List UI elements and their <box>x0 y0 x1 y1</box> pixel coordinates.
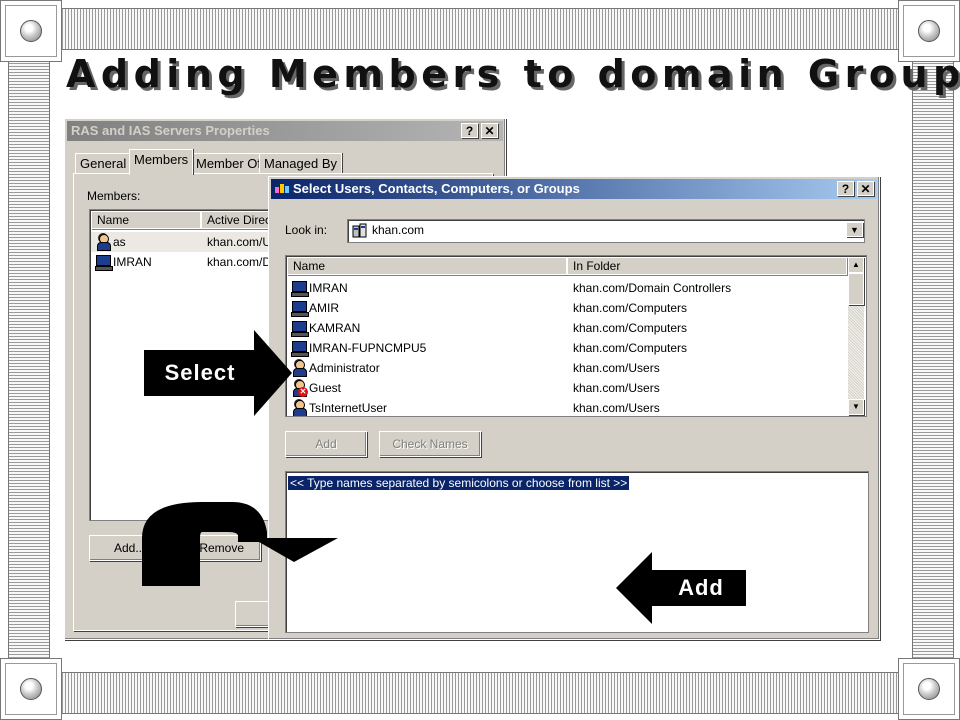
members-label: Members: <box>87 189 141 203</box>
member-folder: khan.com/D <box>207 255 272 269</box>
select-dialog-icon <box>275 182 289 196</box>
tab-members[interactable]: Members <box>129 149 194 175</box>
tab-member-of[interactable]: Member Of <box>191 153 267 173</box>
selected-names-field[interactable]: << Type names separated by semicolons or… <box>285 471 869 633</box>
row-folder: khan.com/Computers <box>573 341 688 355</box>
properties-close-button[interactable]: ✕ <box>481 123 498 138</box>
properties-help-button[interactable]: ? <box>461 123 478 138</box>
row-name: TsInternetUser <box>309 401 388 415</box>
properties-dialog-titlebar[interactable]: RAS and IAS Servers Properties <box>67 121 503 141</box>
table-row[interactable]: TsInternetUser khan.com/Users <box>287 398 847 416</box>
row-folder: khan.com/Computers <box>573 321 688 335</box>
add-button[interactable]: Add <box>285 431 367 457</box>
directory-column-name[interactable]: Name <box>287 257 567 275</box>
row-folder: khan.com/Computers <box>573 301 688 315</box>
select-close-button[interactable]: ✕ <box>857 181 874 196</box>
computer-icon <box>291 280 309 297</box>
frame-right-border <box>912 62 954 658</box>
member-folder: khan.com/U <box>207 235 272 249</box>
table-row[interactable]: IMRAN khan.com/Domain Controllers <box>287 278 847 298</box>
look-in-label: Look in: <box>285 223 328 237</box>
row-folder: khan.com/Users <box>573 401 660 415</box>
look-in-dropdown[interactable]: khan.com ▼ <box>347 219 865 243</box>
corner-knob-top-left <box>0 0 62 62</box>
select-dialog-title: Select Users, Contacts, Computers, or Gr… <box>293 181 580 196</box>
computer-icon <box>291 320 309 337</box>
member-name: as <box>113 235 126 249</box>
return-curved-arrow <box>142 498 342 588</box>
check-names-button[interactable]: Check Names <box>379 431 481 457</box>
slide-title: Adding Members to domain Groups <box>66 52 960 96</box>
directory-list[interactable]: Name In Folder IMRAN khan.com/Domain Con… <box>285 255 867 417</box>
add-callout-arrow: Add <box>616 552 746 624</box>
row-folder: khan.com/Domain Controllers <box>573 281 732 295</box>
select-callout-label: Select <box>164 360 236 385</box>
user-icon <box>291 360 307 377</box>
computer-icon <box>291 340 309 357</box>
table-row[interactable]: Administrator khan.com/Users <box>287 358 847 378</box>
member-name: IMRAN <box>113 255 152 269</box>
row-name: Administrator <box>309 361 380 375</box>
select-callout-arrow: Select <box>144 330 292 416</box>
properties-dialog-title: RAS and IAS Servers Properties <box>71 123 270 138</box>
domain-icon <box>352 223 368 239</box>
directory-column-folder[interactable]: In Folder <box>567 257 847 275</box>
row-folder: khan.com/Users <box>573 381 660 395</box>
computer-icon <box>291 300 309 317</box>
corner-knob-bottom-left <box>0 658 62 720</box>
row-folder: khan.com/Users <box>573 361 660 375</box>
select-dialog-titlebar[interactable]: Select Users, Contacts, Computers, or Gr… <box>271 179 877 199</box>
select-help-button[interactable]: ? <box>837 181 854 196</box>
add-callout-label: Add <box>678 575 724 600</box>
table-row[interactable]: IMRAN-FUPNCMPU5 khan.com/Computers <box>287 338 847 358</box>
row-name: AMIR <box>309 301 339 315</box>
user-icon <box>95 234 111 251</box>
selected-names-placeholder: << Type names separated by semicolons or… <box>288 476 630 490</box>
tab-managed-by[interactable]: Managed By <box>259 153 342 173</box>
look-in-value: khan.com <box>372 223 425 237</box>
select-dialog: Select Users, Contacts, Computers, or Gr… <box>268 176 880 640</box>
list-scrollbar[interactable]: ▲ ▼ <box>848 257 864 415</box>
frame-top-border <box>62 8 898 50</box>
corner-knob-bottom-right <box>898 658 960 720</box>
scroll-thumb[interactable] <box>848 273 864 305</box>
table-row[interactable]: ✕ Guest khan.com/Users <box>287 378 847 398</box>
table-row[interactable]: AMIR khan.com/Computers <box>287 298 847 318</box>
disabled-user-icon: ✕ <box>291 380 308 397</box>
row-name: Guest <box>309 381 342 395</box>
members-column-name[interactable]: Name <box>91 211 201 229</box>
scroll-up-icon[interactable]: ▲ <box>848 257 864 273</box>
tab-general[interactable]: General <box>75 153 132 173</box>
frame-bottom-border <box>62 672 898 714</box>
computer-icon <box>95 254 113 271</box>
user-icon <box>291 400 307 416</box>
row-name: KAMRAN <box>309 321 361 335</box>
frame-left-border <box>8 62 50 658</box>
scroll-down-icon[interactable]: ▼ <box>848 399 864 415</box>
row-name: IMRAN <box>309 281 348 295</box>
table-row[interactable]: KAMRAN khan.com/Computers <box>287 318 847 338</box>
chevron-down-icon[interactable]: ▼ <box>846 222 863 237</box>
row-name: IMRAN-FUPNCMPU5 <box>309 341 427 355</box>
